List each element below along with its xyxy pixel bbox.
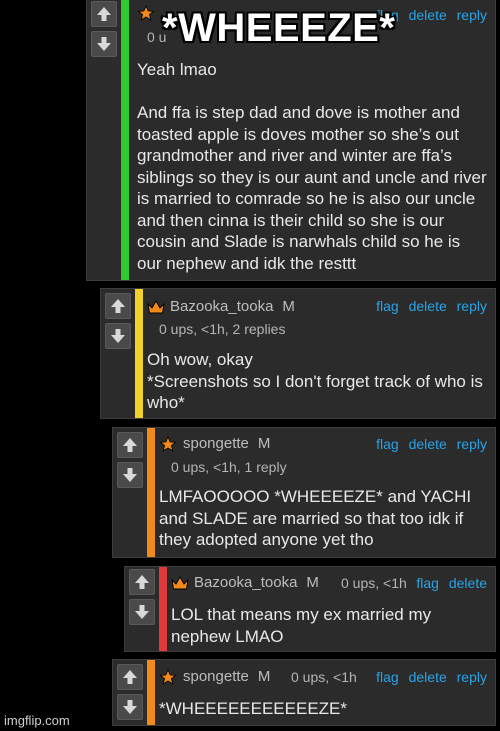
comment-body: Oh wow, okay *Screenshots so I don't for… bbox=[147, 350, 483, 412]
comment-actions: flag delete reply bbox=[370, 436, 487, 452]
thread-bar-green bbox=[121, 0, 129, 280]
upvote-button[interactable] bbox=[91, 1, 117, 27]
downvote-button[interactable] bbox=[117, 694, 143, 720]
delete-link[interactable]: delete bbox=[409, 436, 447, 452]
comment-header: Bazooka_tooka M bbox=[171, 574, 319, 591]
username[interactable]: spongette bbox=[183, 668, 249, 685]
star-icon bbox=[159, 435, 177, 452]
star-icon bbox=[137, 5, 155, 21]
comment-body: *WHEEEEEEEEEEEZE* bbox=[159, 699, 348, 718]
arrow-up-icon bbox=[123, 438, 137, 452]
comment-header: spongette M bbox=[159, 435, 270, 452]
arrow-up-icon bbox=[123, 670, 137, 684]
user-badge: M bbox=[282, 298, 295, 315]
flag-link[interactable]: flag bbox=[376, 298, 399, 314]
crown-icon bbox=[171, 575, 189, 589]
downvote-button[interactable] bbox=[117, 462, 143, 488]
reply-link[interactable]: reply bbox=[457, 436, 487, 452]
arrow-down-icon bbox=[123, 700, 137, 714]
comment-actions: flag delete bbox=[410, 575, 487, 591]
comment-actions: flag delete reply bbox=[370, 298, 487, 314]
flag-link[interactable]: flag bbox=[416, 575, 439, 591]
username[interactable]: Bazooka_tooka bbox=[194, 574, 297, 591]
arrow-up-icon bbox=[135, 575, 149, 589]
comment-meta: 0 ups, <1h bbox=[341, 575, 407, 591]
comment-header: spongette M bbox=[159, 668, 270, 685]
crown-icon bbox=[147, 299, 165, 313]
comment-5: spongette M 0 ups, <1h flag delete reply… bbox=[112, 659, 496, 726]
downvote-button[interactable] bbox=[129, 599, 155, 625]
arrow-down-icon bbox=[111, 329, 125, 343]
comment-body: LOL that means my ex married my nephew L… bbox=[171, 605, 432, 646]
upvote-button[interactable] bbox=[117, 664, 143, 690]
flag-link[interactable]: flag bbox=[376, 669, 399, 685]
arrow-down-icon bbox=[123, 468, 137, 482]
username[interactable]: Bazooka_tooka bbox=[170, 298, 273, 315]
comment-meta: 0 ups, <1h bbox=[291, 669, 357, 685]
user-badge: M bbox=[306, 574, 319, 591]
star-icon bbox=[159, 668, 177, 685]
comment-actions: flag delete reply bbox=[370, 669, 487, 685]
delete-link[interactable]: delete bbox=[409, 7, 447, 23]
upvote-button[interactable] bbox=[105, 293, 131, 319]
thread-bar-orange bbox=[147, 428, 155, 557]
comment-3: spongette M 0 ups, <1h, 1 reply flag del… bbox=[112, 427, 496, 558]
user-badge: M bbox=[257, 668, 271, 685]
arrow-up-icon bbox=[97, 7, 111, 21]
arrow-down-icon bbox=[135, 605, 149, 619]
downvote-button[interactable] bbox=[91, 31, 117, 57]
reply-link[interactable]: reply bbox=[457, 298, 487, 314]
comment-header bbox=[137, 5, 155, 21]
upvote-button[interactable] bbox=[117, 432, 143, 458]
imgflip-watermark: imgflip.com bbox=[4, 713, 70, 728]
comment-meta: 0 ups, <1h, 1 reply bbox=[171, 459, 287, 475]
comment-2: Bazooka_tooka M 0 ups, <1h, 2 replies fl… bbox=[100, 288, 496, 419]
delete-link[interactable]: delete bbox=[449, 575, 487, 591]
comment-body: LMFAOOOOO *WHEEEEZE* and YACHI and SLADE… bbox=[159, 487, 472, 549]
upvote-button[interactable] bbox=[129, 569, 155, 595]
comment-meta: 0 ups, <1h, 2 replies bbox=[159, 321, 286, 337]
flag-link[interactable]: flag bbox=[376, 436, 399, 452]
delete-link[interactable]: delete bbox=[409, 669, 447, 685]
delete-link[interactable]: delete bbox=[409, 298, 447, 314]
comment-header: Bazooka_tooka M bbox=[147, 298, 295, 315]
thread-bar-orange bbox=[147, 660, 155, 725]
meme-caption: *WHEEEZE* bbox=[162, 6, 396, 50]
reply-link[interactable]: reply bbox=[457, 7, 487, 23]
arrow-up-icon bbox=[111, 299, 125, 313]
comment-4: Bazooka_tooka M 0 ups, <1h flag delete L… bbox=[124, 566, 496, 652]
reply-link[interactable]: reply bbox=[457, 669, 487, 685]
user-badge: M bbox=[257, 435, 271, 452]
arrow-down-icon bbox=[97, 37, 111, 51]
thread-bar-red bbox=[159, 567, 167, 651]
downvote-button[interactable] bbox=[105, 323, 131, 349]
comment-body: Yeah lmao And ffa is step dad and dove i… bbox=[137, 60, 487, 273]
thread-bar-yellow bbox=[135, 289, 143, 418]
username[interactable]: spongette bbox=[183, 435, 249, 452]
